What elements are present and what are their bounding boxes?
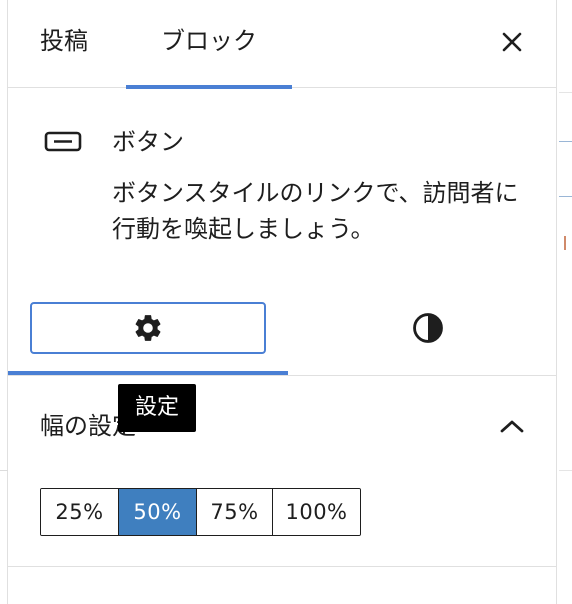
settings-tooltip: 設定	[118, 384, 196, 432]
width-settings-panel: 幅の設定 25% 50% 75% 100%	[8, 377, 556, 567]
tab-block[interactable]: ブロック	[126, 0, 292, 89]
block-settings-sidebar: 投稿 ブロック ボタン ボタンスタイルのリンクで、訪問者に行動を喚起しましょう。	[8, 0, 556, 604]
close-icon	[502, 32, 522, 52]
width-75-button[interactable]: 75%	[197, 489, 273, 535]
canvas-link-line	[559, 141, 572, 142]
tab-styles[interactable]	[310, 302, 546, 354]
inspector-tabs	[8, 296, 556, 376]
gear-icon	[135, 315, 161, 341]
tab-post[interactable]: 投稿	[40, 0, 110, 88]
canvas-left-edge	[0, 0, 8, 604]
block-title: ボタン	[112, 128, 184, 156]
close-sidebar-button[interactable]	[492, 22, 532, 62]
canvas-divider	[559, 470, 572, 471]
button-block-icon	[44, 129, 84, 155]
width-button-group: 25% 50% 75% 100%	[40, 488, 361, 536]
block-description: ボタンスタイルのリンクで、訪問者に行動を喚起しましょう。	[112, 179, 519, 243]
chevron-up-icon	[500, 420, 524, 433]
sidebar-tabs: 投稿 ブロック	[8, 0, 556, 89]
editor-screen: 投稿 ブロック ボタン ボタンスタイルのリンクで、訪問者に行動を喚起しましょう。	[0, 0, 572, 604]
block-card: ボタン ボタンスタイルのリンクで、訪問者に行動を喚起しましょう。	[8, 89, 556, 289]
contrast-icon	[413, 313, 443, 343]
collapse-toggle[interactable]	[494, 411, 530, 441]
width-100-button[interactable]: 100%	[273, 489, 360, 535]
canvas-right-edge	[556, 0, 572, 604]
canvas-fragment	[564, 236, 568, 250]
canvas-divider	[0, 470, 8, 471]
active-tab-indicator	[8, 371, 288, 375]
canvas-divider	[559, 92, 572, 93]
canvas-link-line	[559, 196, 572, 197]
width-25-button[interactable]: 25%	[41, 489, 119, 535]
tab-settings[interactable]	[30, 302, 266, 354]
width-50-button[interactable]: 50%	[119, 489, 197, 535]
